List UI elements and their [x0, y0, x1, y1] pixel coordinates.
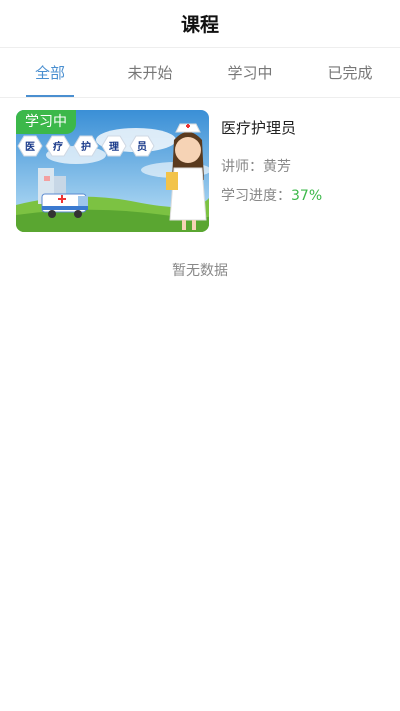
- page-header: 课程: [0, 0, 400, 48]
- course-name: 医疗护理员: [221, 119, 297, 137]
- thumb-char: 护: [81, 142, 91, 153]
- thumb-char: 理: [109, 142, 119, 153]
- thumb-char: 员: [137, 142, 147, 153]
- progress-label: 学习进度：: [221, 188, 291, 204]
- course-progress: 学习进度：37%: [221, 185, 322, 205]
- course-thumbnail[interactable]: 医 疗 护 理 员 学习中: [16, 110, 209, 232]
- tab-completed[interactable]: 已完成: [300, 48, 400, 97]
- course-info: 医疗护理员 讲师：黄芳 学习进度：37%: [221, 110, 322, 232]
- course-card[interactable]: 医 疗 护 理 员 学习中 医疗护理员 讲师：黄芳 学习进度：37%: [0, 98, 400, 232]
- tab-in-progress[interactable]: 学习中: [200, 48, 300, 97]
- lecturer-name: 黄芳: [263, 159, 291, 175]
- tab-bar: 全部 未开始 学习中 已完成: [0, 48, 400, 98]
- status-badge: 学习中: [16, 110, 76, 134]
- lecturer-label: 讲师：: [221, 159, 263, 175]
- page-title: 课程: [180, 14, 219, 36]
- course-lecturer: 讲师：黄芳: [221, 156, 322, 176]
- tab-not-started[interactable]: 未开始: [100, 48, 200, 97]
- tab-all[interactable]: 全部: [0, 48, 100, 97]
- thumb-char: 医: [25, 142, 35, 153]
- progress-value: 37%: [291, 188, 323, 204]
- thumb-char: 疗: [53, 142, 63, 153]
- empty-state-text: 暂无数据: [172, 263, 228, 279]
